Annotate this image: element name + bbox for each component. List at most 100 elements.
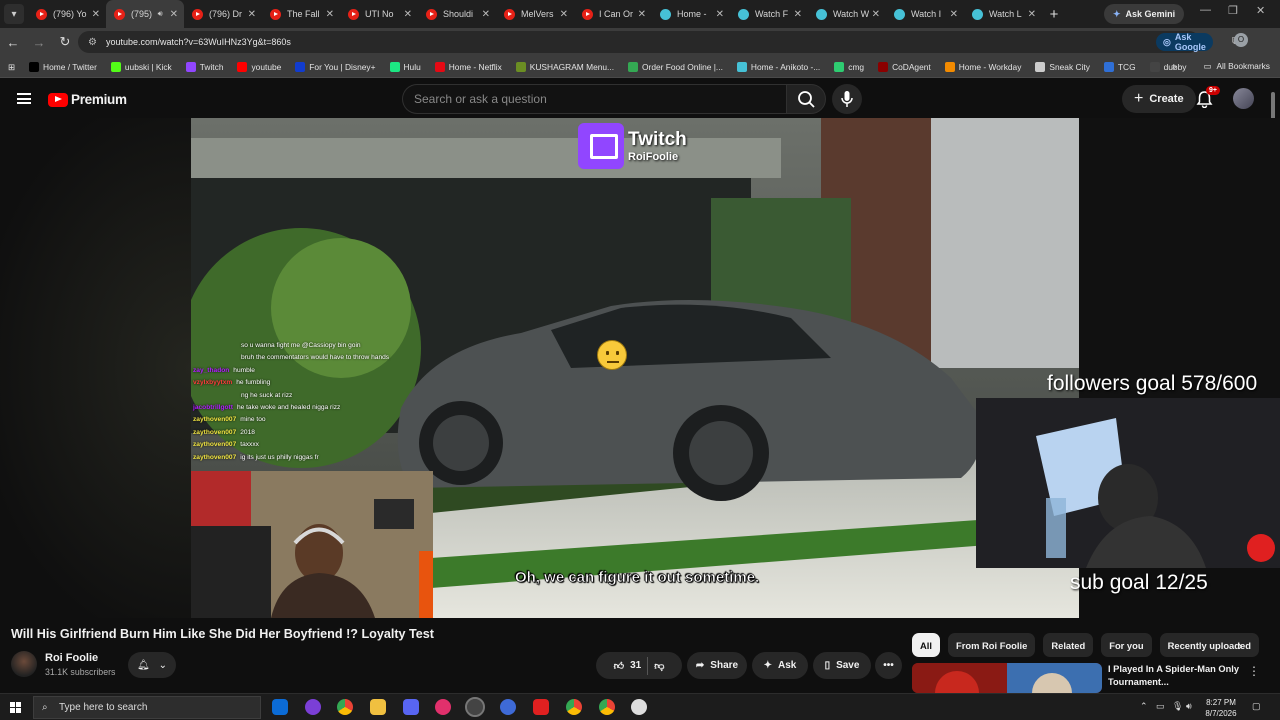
browser-tab[interactable]: The Fall ✕	[262, 0, 340, 28]
filter-chip[interactable]: Related	[1043, 633, 1094, 657]
minimize-icon[interactable]: —	[1200, 4, 1211, 16]
bookmark-item[interactable]: CoDAgent	[871, 61, 938, 72]
channel-avatar[interactable]	[11, 651, 37, 677]
mic-tray-icon[interactable]: 🎙︎	[1172, 701, 1183, 712]
site-info-icon[interactable]: ⚙	[88, 37, 97, 48]
browser-tab[interactable]: I Can Or ✕	[574, 0, 652, 28]
ask-google-button[interactable]: ◎ Ask Google	[1156, 32, 1213, 52]
media-player-icon[interactable]	[435, 699, 451, 715]
more-vertical-icon[interactable]: ⋮	[1248, 664, 1260, 678]
guide-menu-icon[interactable]	[17, 93, 31, 104]
system-clock[interactable]: 8:27 PM 8/7/2026	[1196, 697, 1246, 719]
create-button[interactable]: + Create	[1122, 85, 1196, 113]
chevron-right-icon[interactable]: ›	[1238, 638, 1242, 653]
dislike-button[interactable]: 👎︎	[654, 660, 664, 672]
bookmark-item[interactable]: TCG	[1097, 61, 1143, 72]
more-bookmarks-icon[interactable]: »	[1172, 61, 1177, 71]
adobe-app-icon[interactable]	[533, 699, 549, 715]
tab-close-icon[interactable]: ✕	[92, 9, 100, 20]
bookmark-item[interactable]: dubby	[1143, 61, 1194, 72]
tab-close-icon[interactable]: ✕	[170, 9, 178, 20]
profile-avatar[interactable]: O	[1234, 33, 1248, 47]
tab-close-icon[interactable]: ✕	[794, 9, 802, 20]
browser-tab[interactable]: Watch W ✕	[808, 0, 886, 28]
browser-tab[interactable]: (796) Yo ✕	[28, 0, 106, 28]
tab-close-icon[interactable]: ✕	[638, 9, 646, 20]
all-bookmarks-button[interactable]: ▭ All Bookmarks	[1204, 61, 1270, 71]
bookmark-item[interactable]: KUSHAGRAM Menu...	[509, 61, 621, 72]
network-icon[interactable]: ▭	[1156, 701, 1165, 712]
tab-close-icon[interactable]: ✕	[560, 9, 568, 20]
browser-tab[interactable]: Home - ✕	[652, 0, 730, 28]
voice-search-button[interactable]	[832, 84, 862, 114]
ask-button[interactable]: ✦ Ask	[752, 652, 808, 679]
chrome-profile-icon[interactable]	[599, 699, 615, 715]
browser-tab[interactable]: MelVers ✕	[496, 0, 574, 28]
volume-icon[interactable]: 🔊︎	[1186, 701, 1192, 712]
bookmark-item[interactable]: Hulu	[383, 61, 428, 72]
address-bar[interactable]: ⚙ youtube.com/watch?v=63WuIHNz3Yg&t=860s…	[78, 31, 1240, 53]
app-icon[interactable]	[500, 699, 516, 715]
tab-close-icon[interactable]: ✕	[482, 9, 490, 20]
share-button[interactable]: ➦ Share	[687, 652, 747, 679]
bookmark-item[interactable]: Home / Twitter	[22, 61, 104, 72]
bookmark-item[interactable]: uubski | Kick	[104, 61, 179, 72]
edge-app-icon[interactable]	[272, 699, 288, 715]
back-icon[interactable]: ←	[0, 35, 26, 50]
clock-app-icon[interactable]	[631, 699, 647, 715]
account-avatar[interactable]	[1233, 88, 1254, 109]
apps-icon[interactable]: ⊞	[0, 62, 22, 72]
filter-chip[interactable]: All	[912, 633, 940, 657]
reload-icon[interactable]: ↻	[52, 34, 78, 50]
maximize-icon[interactable]: ❐	[1228, 4, 1238, 17]
chrome-profile-icon[interactable]	[566, 699, 582, 715]
more-actions-button[interactable]: •••	[875, 652, 902, 679]
bookmark-item[interactable]: Order Food Online |...	[621, 61, 730, 72]
search-button[interactable]	[786, 84, 826, 114]
tab-close-icon[interactable]: ✕	[1028, 9, 1036, 20]
close-window-icon[interactable]: ✕	[1256, 4, 1265, 17]
tab-close-icon[interactable]: ✕	[248, 9, 256, 20]
channel-name[interactable]: Roi Foolie	[45, 652, 98, 664]
subscription-bell-button[interactable]: 🔔︎ ⌄	[128, 652, 176, 678]
tab-search-button[interactable]: ▾	[4, 4, 24, 24]
bookmark-item[interactable]: Sneak City	[1028, 61, 1097, 72]
filter-chip[interactable]: For you	[1101, 633, 1152, 657]
chrome-app-icon[interactable]	[337, 699, 353, 715]
forward-icon[interactable]: →	[26, 35, 52, 50]
bookmark-item[interactable]: Home - Netflix	[428, 61, 509, 72]
recommended-video-thumbnail[interactable]	[912, 663, 1102, 693]
tab-close-icon[interactable]: ✕	[872, 9, 880, 20]
search-input[interactable]: Search or ask a question	[402, 84, 786, 114]
browser-tab[interactable]: Shouldi ✕	[418, 0, 496, 28]
tab-audio-icon[interactable]: 🔊︎	[158, 9, 163, 19]
game-controller-icon[interactable]	[403, 699, 419, 715]
file-explorer-icon[interactable]	[370, 699, 386, 715]
tab-close-icon[interactable]: ✕	[326, 9, 334, 20]
browser-tab[interactable]: Watch I ✕	[886, 0, 964, 28]
browser-tab[interactable]: UTI No ✕	[340, 0, 418, 28]
filter-chip[interactable]: Recently uploaded	[1159, 633, 1259, 657]
taskbar-search-input[interactable]: ⌕ Type here to search	[33, 696, 261, 719]
bookmark-item[interactable]: For You | Disney+	[288, 61, 382, 72]
recommended-video-title[interactable]: I Played In A Spider-Man Only Tournament…	[1108, 663, 1243, 689]
browser-tab[interactable]: Watch F ✕	[730, 0, 808, 28]
discord-app-icon[interactable]	[305, 699, 321, 715]
ask-gemini-button[interactable]: ✦ Ask Gemini	[1104, 4, 1185, 24]
obs-app-icon[interactable]	[465, 697, 485, 717]
bookmark-item[interactable]: cmg	[827, 61, 871, 72]
save-button[interactable]: ▯ Save	[813, 652, 871, 679]
bookmark-item[interactable]: Home - Anikoto -...	[730, 61, 827, 72]
windows-start-icon[interactable]	[10, 702, 21, 713]
bookmark-item[interactable]: youtube	[230, 61, 288, 72]
filter-chip[interactable]: From Roi Foolie	[947, 633, 1036, 657]
browser-tab[interactable]: (796) Dr ✕	[184, 0, 262, 28]
browser-tab[interactable]: (795) 🔊︎ ✕	[106, 0, 184, 28]
bookmark-item[interactable]: Twitch	[179, 61, 231, 72]
bookmark-item[interactable]: Home - Workday	[938, 61, 1029, 72]
browser-tab[interactable]: Watch L ✕	[964, 0, 1042, 28]
youtube-logo[interactable]: Premium	[48, 92, 127, 107]
like-button[interactable]: 👍︎ 31	[614, 660, 642, 672]
notification-center-icon[interactable]: ▢	[1252, 701, 1261, 712]
tab-close-icon[interactable]: ✕	[404, 9, 412, 20]
